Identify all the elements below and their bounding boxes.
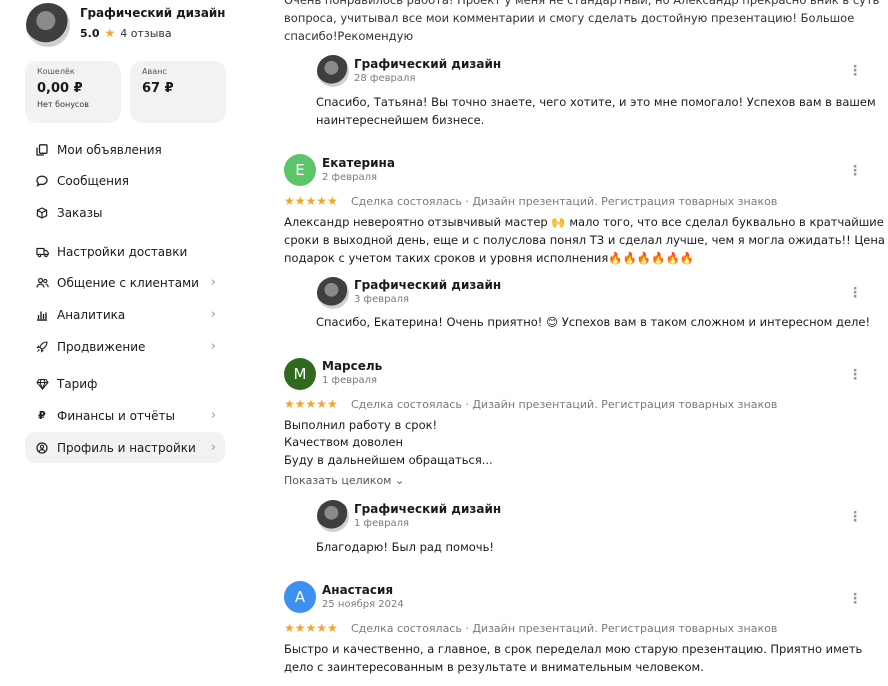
- sidebar-item-clients[interactable]: Общение с клиентами ›: [25, 267, 225, 298]
- sidebar-item-delivery[interactable]: Настройки доставки: [25, 236, 225, 267]
- review-text-line: спасибо!Рекомендую: [284, 29, 414, 43]
- sidebar-item-tariff[interactable]: Тариф: [25, 368, 225, 399]
- rating-stars: ★★★★★: [284, 621, 338, 635]
- review-text-line: Качеством доволен: [284, 435, 403, 449]
- sidebar-item-label: Тариф: [57, 376, 98, 391]
- review-text-line: вопроса, учитывал все мои комментарии и …: [284, 11, 855, 25]
- review-text-line: подарок с учетом таких сроков и уровня и…: [284, 251, 695, 265]
- balance-cards: Кошелёк 0,00 ₽ Нет бонусов Аванс 67 ₽: [25, 61, 226, 123]
- sidebar-item-label: Аналитика: [57, 307, 126, 322]
- reply-date: 28 февраля: [354, 73, 416, 84]
- seller-avatar[interactable]: [317, 277, 349, 309]
- review-text-line: сроки в выходной день, еще и с полуслова…: [284, 233, 888, 247]
- profile-name[interactable]: Графический дизайн: [80, 6, 225, 20]
- diamond-icon: [35, 377, 49, 391]
- review-date: 1 февраля: [322, 375, 378, 386]
- reply-text-line: наинтереснейшем бизнесе.: [316, 113, 485, 127]
- reviewer-avatar[interactable]: М: [284, 358, 316, 390]
- more-options-icon[interactable]: ⋮: [848, 368, 862, 382]
- chevron-right-icon: ›: [210, 307, 216, 322]
- chart-icon: [35, 308, 49, 322]
- reply-text-line: Благодарю! Был рад помочь!: [316, 540, 494, 554]
- profile-header[interactable]: Графический дизайн 5.0 ★ 4 отзыва: [26, 3, 225, 47]
- reviewer-avatar[interactable]: А: [284, 581, 316, 613]
- people-icon: [35, 276, 49, 290]
- rating-stars: ★★★★★: [284, 397, 338, 411]
- reviews-count[interactable]: 4 отзыва: [120, 27, 171, 40]
- review-meta: Сделка состоялась · Дизайн презентаций. …: [351, 195, 778, 208]
- review-text-line: Александр невероятно отзывчивый мастер 🙌…: [284, 215, 884, 229]
- sidebar-item-analytics[interactable]: Аналитика ›: [25, 299, 225, 330]
- sidebar-item-label: Сообщения: [57, 173, 130, 188]
- reply-text-line: Спасибо, Татьяна! Вы точно знаете, чего …: [316, 95, 876, 109]
- sidebar-item-label: Продвижение: [57, 339, 146, 354]
- sidebar-item-orders[interactable]: Заказы: [25, 197, 225, 228]
- wallet-card[interactable]: Кошелёк 0,00 ₽ Нет бонусов: [25, 61, 121, 123]
- reply-author[interactable]: Графический дизайн: [354, 502, 501, 516]
- avatar[interactable]: [26, 3, 70, 47]
- reviews-list: Очень понравилось работа! Проект у меня …: [245, 0, 888, 686]
- profile-info: Графический дизайн 5.0 ★ 4 отзыва: [80, 6, 225, 40]
- sidebar-item-label: Финансы и отчёты: [57, 408, 175, 423]
- reply-date: 3 февраля: [354, 294, 410, 305]
- chevron-right-icon: ›: [210, 440, 216, 455]
- sidebar-item-promotion[interactable]: Продвижение ›: [25, 331, 225, 362]
- chevron-right-icon: ›: [210, 275, 216, 290]
- wallet-value: 0,00 ₽: [37, 81, 83, 96]
- more-options-icon[interactable]: ⋮: [848, 592, 862, 606]
- rating-row: 5.0 ★ 4 отзыва: [80, 26, 225, 40]
- truck-icon: [35, 245, 49, 259]
- sidebar-item-label: Профиль и настройки: [57, 440, 196, 455]
- seller-avatar[interactable]: [317, 55, 349, 87]
- copy-icon: [35, 143, 49, 157]
- ruble-icon: ₽: [38, 409, 46, 422]
- sidebar-item-label: Общение с клиентами: [57, 275, 199, 290]
- chevron-right-icon: ›: [210, 408, 216, 423]
- reply-date: 1 февраля: [354, 518, 410, 529]
- review-text-line: Быстро и качественно, а главное, в срок …: [284, 642, 863, 656]
- sidebar-item-label: Мои объявления: [57, 142, 162, 157]
- sidebar-item-profile-settings[interactable]: Профиль и настройки ›: [25, 432, 225, 463]
- review-meta: Сделка состоялась · Дизайн презентаций. …: [351, 398, 778, 411]
- user-circle-icon: [35, 441, 49, 455]
- show-more-link[interactable]: Показать целиком ⌄: [284, 474, 404, 487]
- review-text-line: дело с заинтересованным в результате и в…: [284, 660, 704, 674]
- sidebar-item-label: Настройки доставки: [57, 244, 188, 259]
- reply-text-line: Спасибо, Екатерина! Очень приятно! 😊 Усп…: [316, 315, 871, 329]
- chat-icon: [35, 174, 49, 188]
- seller-avatar[interactable]: [317, 500, 349, 532]
- review-date: 2 февраля: [322, 172, 378, 183]
- sidebar: Графический дизайн 5.0 ★ 4 отзыва Кошелё…: [0, 0, 245, 686]
- rocket-icon: [35, 340, 49, 354]
- box-icon: [35, 206, 49, 220]
- advance-card[interactable]: Аванс 67 ₽: [130, 61, 226, 123]
- more-options-icon[interactable]: ⋮: [848, 164, 862, 178]
- wallet-bonus: Нет бонусов: [37, 100, 89, 109]
- reviewer-avatar[interactable]: Е: [284, 154, 316, 186]
- wallet-label: Кошелёк: [37, 67, 75, 76]
- reviewer-name[interactable]: Анастасия: [322, 583, 393, 597]
- chevron-right-icon: ›: [210, 339, 216, 354]
- rating-stars: ★★★★★: [284, 194, 338, 208]
- sidebar-item-messages[interactable]: Сообщения: [25, 165, 225, 196]
- sidebar-item-finance[interactable]: ₽ Финансы и отчёты ›: [25, 400, 225, 431]
- reply-author[interactable]: Графический дизайн: [354, 278, 501, 292]
- sidebar-item-my-ads[interactable]: Мои объявления: [25, 134, 225, 165]
- rating-value: 5.0: [80, 26, 100, 40]
- reply-author[interactable]: Графический дизайн: [354, 57, 501, 71]
- review-text-line: Буду в дальнейшем обращаться...: [284, 453, 493, 467]
- star-icon: ★: [104, 26, 116, 40]
- sidebar-item-label: Заказы: [57, 205, 103, 220]
- more-options-icon[interactable]: ⋮: [848, 64, 862, 78]
- advance-value: 67 ₽: [142, 81, 174, 96]
- review-date: 25 ноября 2024: [322, 599, 404, 610]
- more-options-icon[interactable]: ⋮: [848, 510, 862, 524]
- more-options-icon[interactable]: ⋮: [848, 286, 862, 300]
- review-meta: Сделка состоялась · Дизайн презентаций. …: [351, 622, 778, 635]
- reviewer-name[interactable]: Марсель: [322, 359, 382, 373]
- reviewer-name[interactable]: Екатерина: [322, 156, 395, 170]
- advance-label: Аванс: [142, 67, 167, 76]
